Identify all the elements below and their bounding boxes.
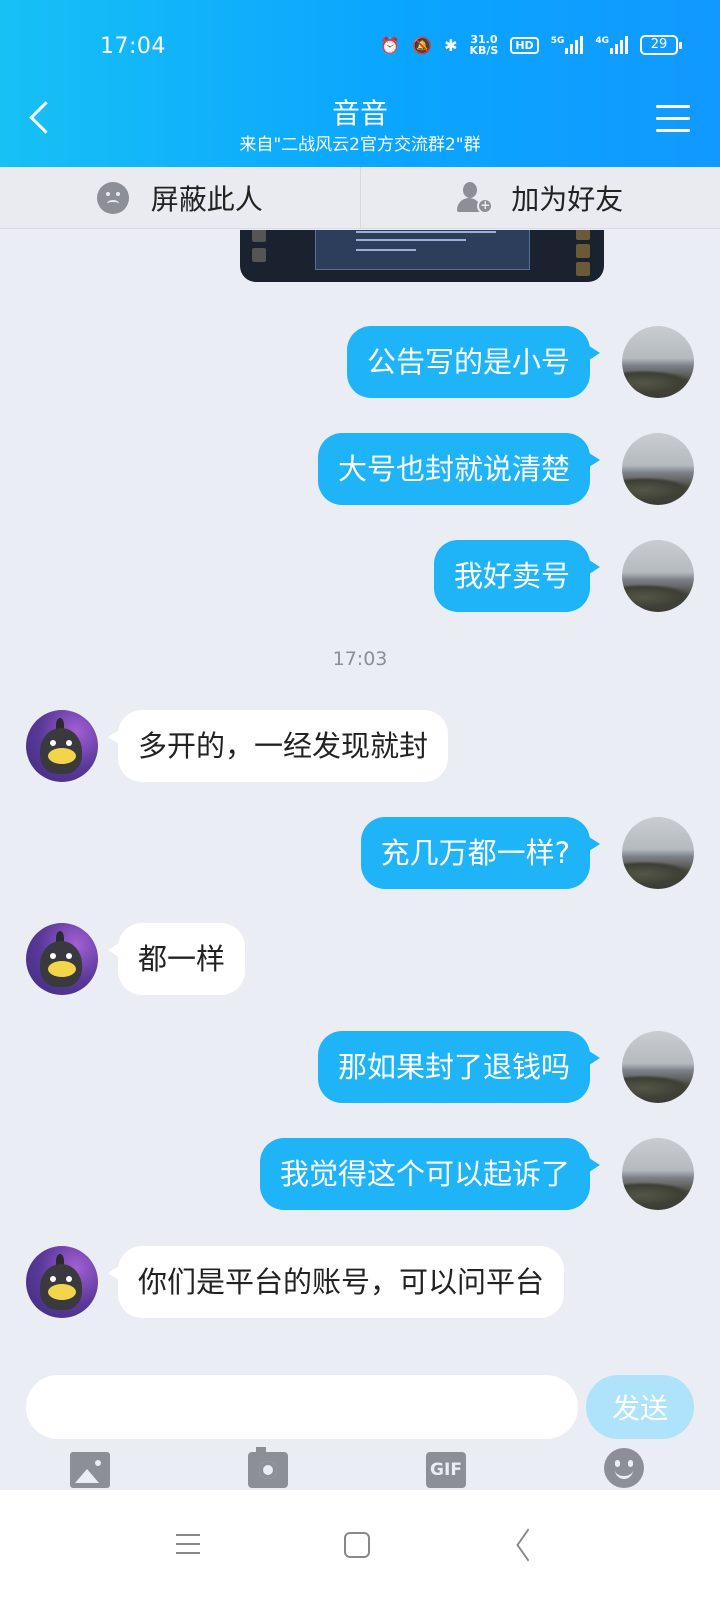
message-bubble-sent[interactable]: 那如果封了退钱吗 — [317, 1031, 601, 1103]
chat-area[interactable]: 公告写的是小号 大号也封就说清楚 我好卖号 17:03 多开的，一经发现就封 充… — [0, 230, 720, 1350]
emoji-icon[interactable] — [604, 1448, 644, 1488]
mute-icon: 🔕 — [412, 35, 433, 55]
signal-4g-label: 4G — [595, 36, 609, 46]
message-bubble-received[interactable]: 你们是平台的账号，可以问平台 — [107, 1246, 565, 1318]
contact-avatar[interactable] — [26, 1246, 98, 1318]
message-row: 你们是平台的账号，可以问平台 — [0, 1246, 720, 1318]
message-row: 多开的，一经发现就封 — [0, 710, 720, 782]
message-bubble-received[interactable]: 多开的，一经发现就封 — [107, 710, 449, 782]
message-input[interactable] — [26, 1375, 578, 1439]
message-bubble-sent[interactable]: 我觉得这个可以起诉了 — [259, 1138, 601, 1210]
back-nav-icon[interactable] — [514, 1530, 546, 1560]
my-avatar[interactable] — [622, 326, 694, 398]
recent-apps-icon[interactable] — [172, 1530, 204, 1560]
message-row: 都一样 — [0, 923, 720, 995]
contact-avatar[interactable] — [26, 710, 98, 782]
message-bubble-sent[interactable]: 公告写的是小号 — [346, 326, 601, 398]
header: 17:04 ⏰ 🔕 ✱ 31.0 KB/S HD 5G 4G 29 音音 来自"… — [0, 0, 720, 167]
block-user-label: 屏蔽此人 — [150, 182, 263, 216]
my-avatar[interactable] — [622, 1138, 694, 1210]
add-friend-label: 加为好友 — [511, 182, 624, 216]
message-row: 充几万都一样? — [0, 817, 720, 889]
input-toolbar: GIF — [0, 1447, 720, 1492]
status-time: 17:04 — [100, 34, 166, 59]
message-row: 我好卖号 — [0, 540, 720, 612]
my-avatar[interactable] — [622, 433, 694, 505]
signal-5g-label: 5G — [550, 36, 565, 46]
add-friend-button[interactable]: + 加为好友 — [359, 167, 720, 228]
message-bubble-sent[interactable]: 我好卖号 — [433, 540, 601, 612]
chat-subtitle: 来自"二战风云2官方交流群2"群 — [239, 135, 481, 155]
add-friend-icon: + — [457, 181, 494, 214]
message-bubble-sent[interactable]: 大号也封就说清楚 — [317, 433, 601, 505]
menu-icon[interactable] — [656, 105, 690, 133]
chat-title: 音音 — [331, 97, 388, 130]
net-speed: 31.0 KB/S — [469, 34, 498, 56]
image-message[interactable] — [240, 230, 604, 282]
message-bubble-received[interactable]: 都一样 — [107, 923, 246, 995]
status-icons: ⏰ 🔕 ✱ 31.0 KB/S HD 5G 4G 29 — [380, 34, 682, 56]
gif-icon[interactable]: GIF — [426, 1452, 466, 1488]
block-icon — [96, 181, 129, 214]
message-row: 公告写的是小号 — [0, 326, 720, 398]
my-avatar[interactable] — [622, 817, 694, 889]
message-timestamp: 17:03 — [332, 648, 388, 670]
my-avatar[interactable] — [622, 540, 694, 612]
alarm-icon: ⏰ — [380, 35, 401, 55]
signal-4g-icon: 4G — [595, 36, 628, 54]
camera-icon[interactable] — [248, 1447, 288, 1488]
message-bubble-sent[interactable]: 充几万都一样? — [360, 817, 601, 889]
input-bar: 发送 GIF — [0, 1350, 720, 1490]
block-user-button[interactable]: 屏蔽此人 — [0, 167, 360, 228]
send-button[interactable]: 发送 — [586, 1375, 694, 1439]
contact-avatar[interactable] — [26, 923, 98, 995]
message-row: 那如果封了退钱吗 — [0, 1031, 720, 1103]
hd-icon: HD — [510, 36, 539, 54]
image-icon[interactable] — [70, 1452, 110, 1488]
system-nav-bar — [0, 1490, 720, 1600]
message-row: 我觉得这个可以起诉了 — [0, 1138, 720, 1210]
signal-5g-icon: 5G — [551, 36, 584, 54]
my-avatar[interactable] — [622, 1031, 694, 1103]
bluetooth-icon: ✱ — [444, 35, 458, 55]
message-row: 大号也封就说清楚 — [0, 433, 720, 505]
battery-icon: 29 — [640, 35, 682, 55]
net-speed-unit: KB/S — [469, 44, 499, 57]
action-bar: 屏蔽此人 + 加为好友 — [0, 167, 720, 229]
home-icon[interactable] — [344, 1532, 370, 1558]
